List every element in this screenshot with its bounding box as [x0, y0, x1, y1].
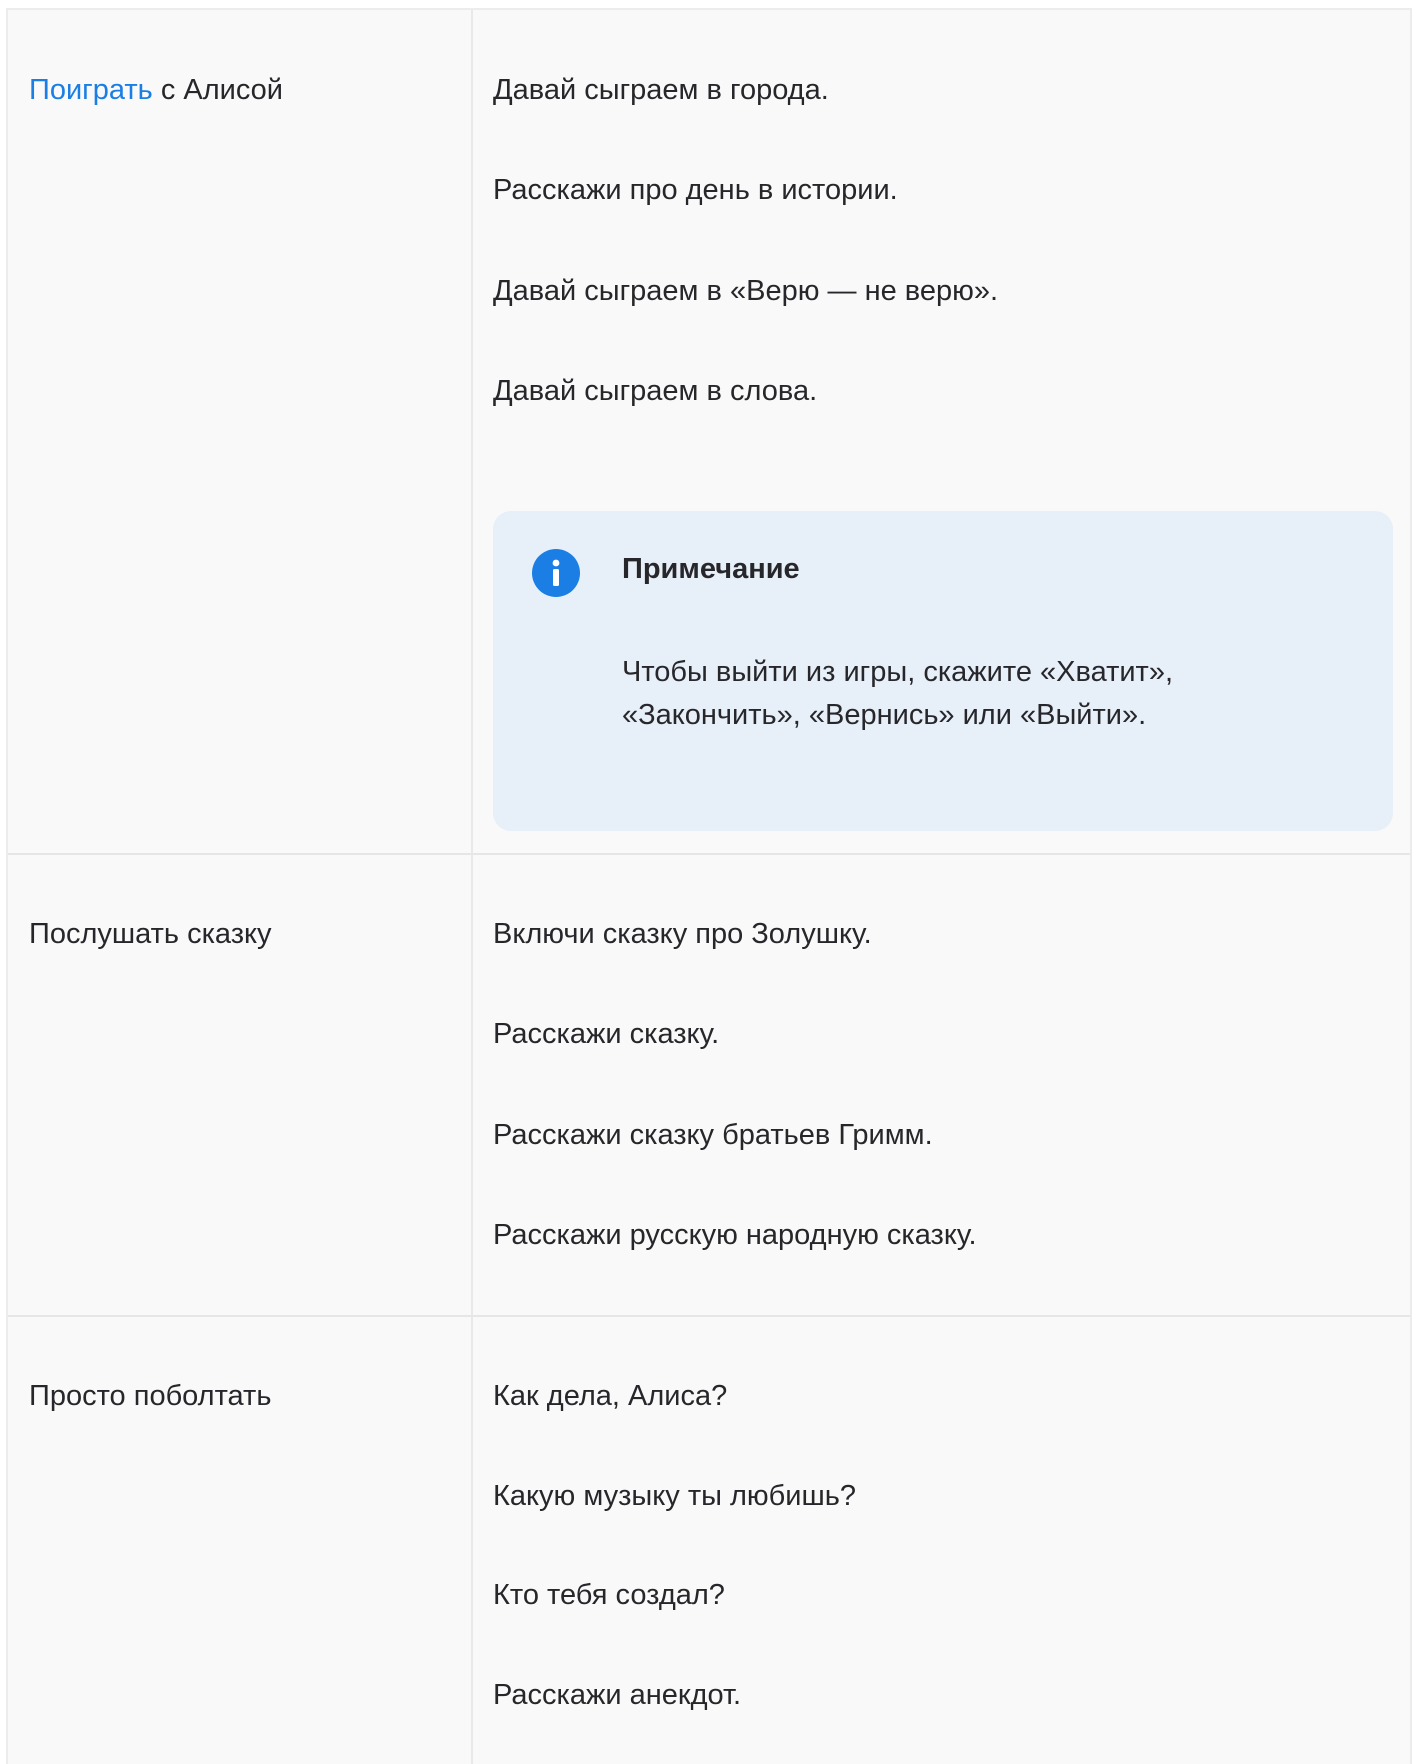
example-item: Расскажи сказку братьев Гримм.	[493, 1119, 933, 1151]
example-item: Включи сказку про Золушку.	[493, 918, 872, 950]
example-item: Расскажи сказку.	[493, 1018, 720, 1050]
example-item: Как дела, Алиса?	[493, 1380, 728, 1412]
row-divider	[8, 853, 1410, 855]
info-icon	[532, 549, 580, 597]
commands-table: Поиграть с Алисой Давай сыграем в города…	[6, 8, 1412, 1764]
row-label-fairy-tale: Послушать сказку	[29, 918, 272, 950]
column-divider	[471, 10, 473, 1764]
row-label-play: Поиграть с Алисой	[29, 73, 283, 107]
example-item: Расскажи русскую народную сказку.	[493, 1219, 977, 1251]
example-item: Расскажи анекдот.	[493, 1679, 742, 1711]
play-link[interactable]: Поиграть	[29, 74, 153, 106]
note-box: Примечание Чтобы выйти из игры, скажите …	[493, 511, 1393, 831]
example-item: Давай сыграем в «Верю — не верю».	[493, 275, 999, 307]
note-text: Чтобы выйти из игры, скажите «Хватит», «…	[622, 656, 1174, 731]
example-item: Расскажи про день в истории.	[493, 174, 898, 206]
example-item: Кто тебя создал?	[493, 1579, 725, 1611]
example-item: Какую музыку ты любишь?	[493, 1480, 856, 1512]
row-label-chat: Просто поболтать	[29, 1380, 272, 1412]
row-divider	[8, 1315, 1410, 1317]
page: Поиграть с Алисой Давай сыграем в города…	[0, 0, 1416, 1764]
note-title: Примечание	[622, 553, 800, 585]
row-label-text: с Алисой	[152, 74, 283, 106]
example-item: Давай сыграем в слова.	[493, 375, 818, 407]
example-item: Давай сыграем в города.	[493, 74, 829, 106]
